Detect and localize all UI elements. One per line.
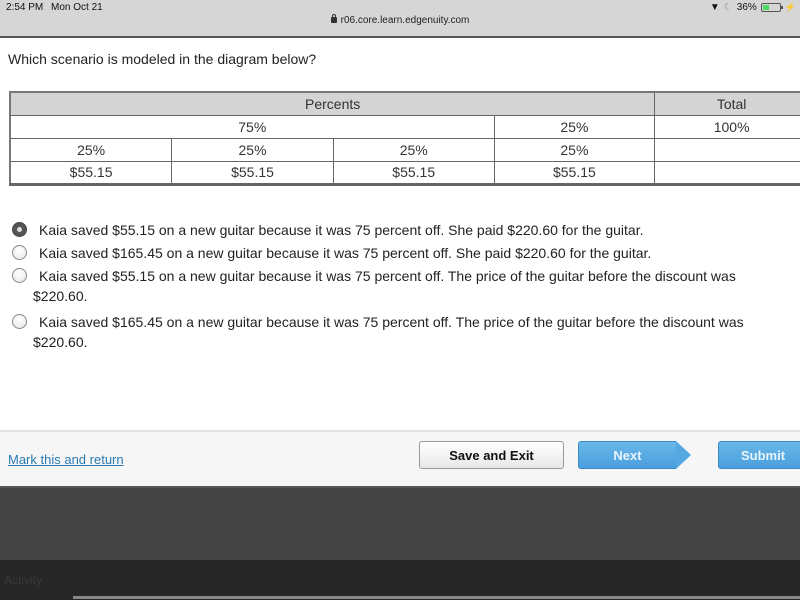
next-button[interactable]: Next	[578, 441, 676, 469]
header-total: Total	[654, 91, 800, 116]
answer-option-4[interactable]: Kaia saved $165.45 on a new guitar becau…	[10, 312, 800, 352]
cell-25-percent: 25%	[493, 114, 656, 139]
answer-option-2[interactable]: Kaia saved $165.45 on a new guitar becau…	[10, 243, 800, 263]
question-prompt: Which scenario is modeled in the diagram…	[8, 51, 317, 67]
battery-icon	[760, 3, 783, 12]
table-cell: 25%	[332, 137, 495, 162]
mark-this-and-return-link[interactable]: Mark this and return	[8, 452, 124, 467]
table-cell: 25%	[9, 137, 173, 162]
next-arrow-icon[interactable]	[676, 441, 691, 469]
status-time: 2:54 PM	[6, 2, 44, 13]
table-row: 25% 25% 25% 25%	[9, 137, 800, 162]
battery-percent: 36%	[736, 2, 757, 13]
option-text: Kaia saved $55.15 on a new guitar becaus…	[39, 222, 644, 238]
charging-icon: ⚡	[784, 2, 796, 12]
status-indicators: ▼ ☾ 36% ⚡	[710, 2, 796, 13]
cell-total-100: 100%	[654, 114, 800, 139]
table-row: 75% 25% 100%	[8, 114, 800, 139]
radio-button-selected[interactable]	[12, 222, 27, 237]
option-text: Kaia saved $165.45 on a new guitar becau…	[39, 245, 652, 261]
table-header-row: Percents Total	[9, 91, 800, 116]
header-percents: Percents	[9, 91, 656, 116]
save-and-exit-button[interactable]: Save and Exit	[419, 441, 564, 469]
option-text-continued: $220.60.	[33, 288, 88, 304]
answer-option-3[interactable]: Kaia saved $55.15 on a new guitar becaus…	[10, 266, 800, 306]
table-cell	[654, 160, 800, 186]
cell-75-percent: 75%	[8, 114, 495, 139]
moon-icon: ☾	[723, 2, 733, 13]
address-bar[interactable]: r06.core.learn.edgenuity.com	[0, 14, 800, 26]
horizontal-scrollbar[interactable]	[73, 596, 800, 599]
table-cell: $55.15	[493, 160, 656, 186]
submit-button[interactable]: Submit	[718, 441, 800, 469]
battery-fill	[762, 5, 769, 10]
table-cell: 25%	[493, 137, 656, 162]
radio-button[interactable]	[12, 268, 27, 283]
activity-panel: Activity	[0, 560, 800, 600]
radio-button[interactable]	[12, 314, 27, 329]
table-cell: 25%	[171, 137, 334, 162]
url-text: r06.core.learn.edgenuity.com	[340, 15, 470, 26]
table-cell	[654, 137, 800, 162]
option-text-continued: $220.60.	[33, 334, 88, 350]
ios-status-bar: 2:54 PM Mon Oct 21 r06.core.learn.edgenu…	[0, 0, 800, 38]
activity-label: Activity	[4, 573, 43, 587]
lower-panel	[0, 486, 800, 560]
option-text: Kaia saved $55.15 on a new guitar becaus…	[39, 268, 736, 284]
answer-options: Kaia saved $55.15 on a new guitar becaus…	[10, 220, 800, 355]
footer-toolbar: Mark this and return Save and Exit Next …	[0, 430, 800, 486]
status-date: Mon Oct 21	[51, 2, 103, 13]
answer-option-1[interactable]: Kaia saved $55.15 on a new guitar becaus…	[10, 220, 800, 240]
table-cell: $55.15	[9, 160, 173, 186]
table-cell: $55.15	[332, 160, 495, 186]
table-cell: $55.15	[171, 160, 334, 186]
radio-button[interactable]	[12, 245, 27, 260]
wifi-icon: ▼	[709, 2, 720, 13]
table-row: $55.15 $55.15 $55.15 $55.15	[9, 160, 800, 186]
lock-icon	[330, 14, 337, 23]
option-text: Kaia saved $165.45 on a new guitar becau…	[39, 314, 744, 330]
percent-diagram-table: Percents Total 75% 25% 100% 25% 25% 25% …	[8, 91, 800, 186]
